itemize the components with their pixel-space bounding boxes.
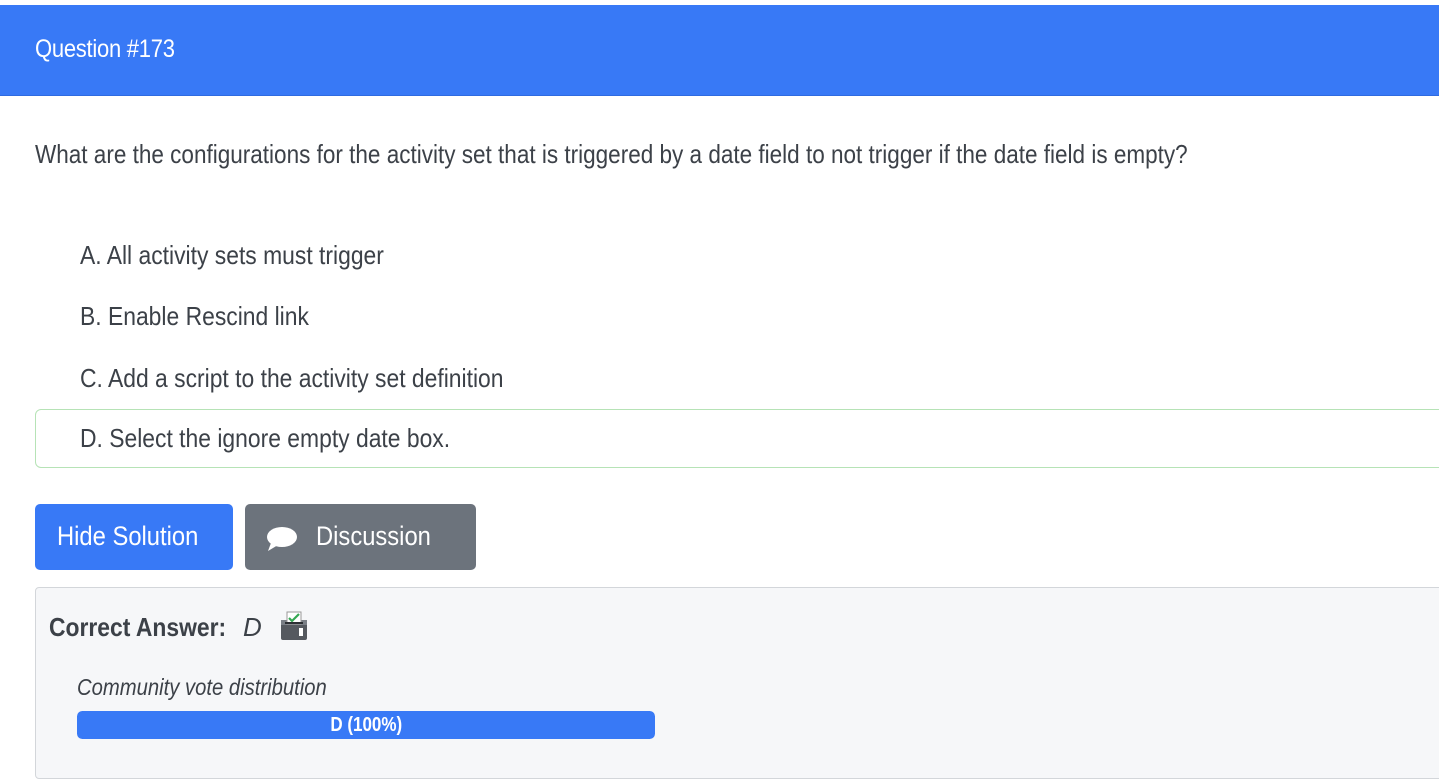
question-text: What are the configurations for the acti… bbox=[35, 139, 1188, 169]
vote-distribution-bar: D (100%) bbox=[77, 711, 655, 739]
vote-distribution-caption: Community vote distribution bbox=[77, 674, 327, 700]
vote-bar-label: D (100%) bbox=[330, 713, 402, 736]
discussion-button[interactable]: Discussion bbox=[245, 504, 476, 570]
choice-b[interactable]: B. Enable Rescind link bbox=[80, 301, 309, 332]
solution-panel: Correct Answer: D Community vote distrib… bbox=[35, 587, 1439, 779]
discussion-label: Discussion bbox=[316, 521, 431, 551]
correct-answer-label: Correct Answer: bbox=[49, 612, 227, 642]
choice-a[interactable]: A. All activity sets must trigger bbox=[80, 240, 384, 271]
ballot-box-icon[interactable] bbox=[277, 609, 311, 643]
correct-answer-value: D bbox=[243, 612, 262, 642]
choice-d[interactable]: D. Select the ignore empty date box. bbox=[80, 423, 450, 454]
hide-solution-button[interactable]: Hide Solution bbox=[35, 504, 233, 570]
comment-icon bbox=[266, 525, 298, 553]
vote-bar-fill-d: D (100%) bbox=[77, 711, 655, 739]
hide-solution-label: Hide Solution bbox=[57, 521, 199, 551]
choice-c[interactable]: C. Add a script to the activity set defi… bbox=[80, 363, 504, 394]
question-header: Question #173 bbox=[0, 5, 1439, 96]
question-title: Question #173 bbox=[35, 35, 175, 63]
